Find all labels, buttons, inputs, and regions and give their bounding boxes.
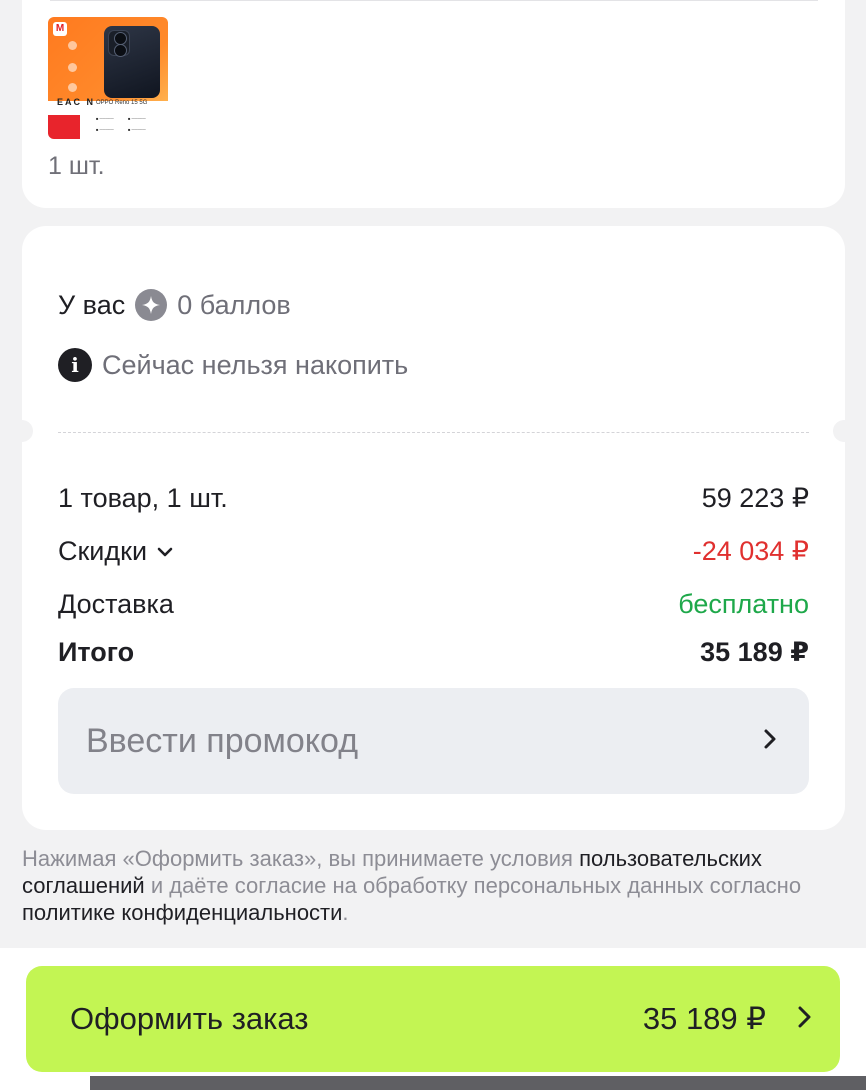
feature-dot-icon [68,63,77,72]
delivery-row: Доставка бесплатно [58,589,809,620]
home-indicator [90,1076,866,1090]
legal-text: Нажимая «Оформить заказ», вы принимаете … [22,846,580,871]
discounts-value: -24 034 ₽ [692,536,809,566]
promo-code-button[interactable]: Ввести промокод [58,688,809,794]
phone-image [104,26,160,98]
items-label: 1 товар, 1 шт. [58,483,228,513]
items-value: 59 223 ₽ [701,483,809,513]
feature-text: ■ ───── [96,127,114,132]
product-image[interactable]: М EAC N OPPO Reno 15 5G ■ ───── ■ ───── … [48,17,168,139]
discounts-label: Скидки [58,536,148,566]
product-quantity: 1 шт. [48,152,105,180]
points-prefix: У вас [58,289,126,320]
chevron-down-icon [155,542,175,562]
legal-text: . [342,900,349,925]
points-balance: У вас 0 баллов [58,289,291,321]
points-info[interactable]: i Сейчас нельзя накопить [58,348,408,382]
divider [50,0,818,1]
store-logo-icon: М [53,22,67,36]
points-info-text: Сейчас нельзя накопить [102,349,409,380]
discounts-row[interactable]: Скидки -24 034 ₽ [58,536,809,567]
certification-marks: EAC N [57,97,96,107]
dashed-divider [58,432,809,433]
total-label: Итого [58,637,135,667]
star-icon [135,289,168,321]
checkout-button[interactable]: Оформить заказ 35 189 ₽ [26,966,840,1072]
discounts-toggle[interactable]: Скидки [58,536,175,567]
delivery-value: бесплатно [678,589,809,619]
feature-dot-icon [68,41,77,50]
promo-badge [48,115,80,139]
chevron-right-icon [794,1003,814,1036]
promo-code-label: Ввести промокод [86,721,359,760]
info-icon: i [58,348,92,382]
total-value: 35 189 ₽ [700,637,809,667]
legal-notice: Нажимая «Оформить заказ», вы принимаете … [22,845,822,926]
checkout-label: Оформить заказ [70,1001,309,1036]
legal-text: и даёте согласие на обработку персональн… [144,873,802,898]
items-row: 1 товар, 1 шт. 59 223 ₽ [58,483,809,514]
chevron-right-icon [761,727,779,756]
privacy-policy-link[interactable]: политике конфиденциальности [22,900,342,925]
total-row: Итого 35 189 ₽ [58,637,809,668]
points-value: 0 баллов [177,289,291,320]
feature-text: ■ ───── [96,116,114,121]
checkout-price: 35 189 ₽ [642,1001,766,1036]
product-image-caption: OPPO Reno 15 5G [96,100,148,106]
delivery-label: Доставка [58,589,174,619]
card-notch [833,420,855,442]
feature-text: ■ ───── [128,127,146,132]
card-notch [11,420,33,442]
feature-dot-icon [68,83,77,92]
feature-text: ■ ───── [128,116,146,121]
